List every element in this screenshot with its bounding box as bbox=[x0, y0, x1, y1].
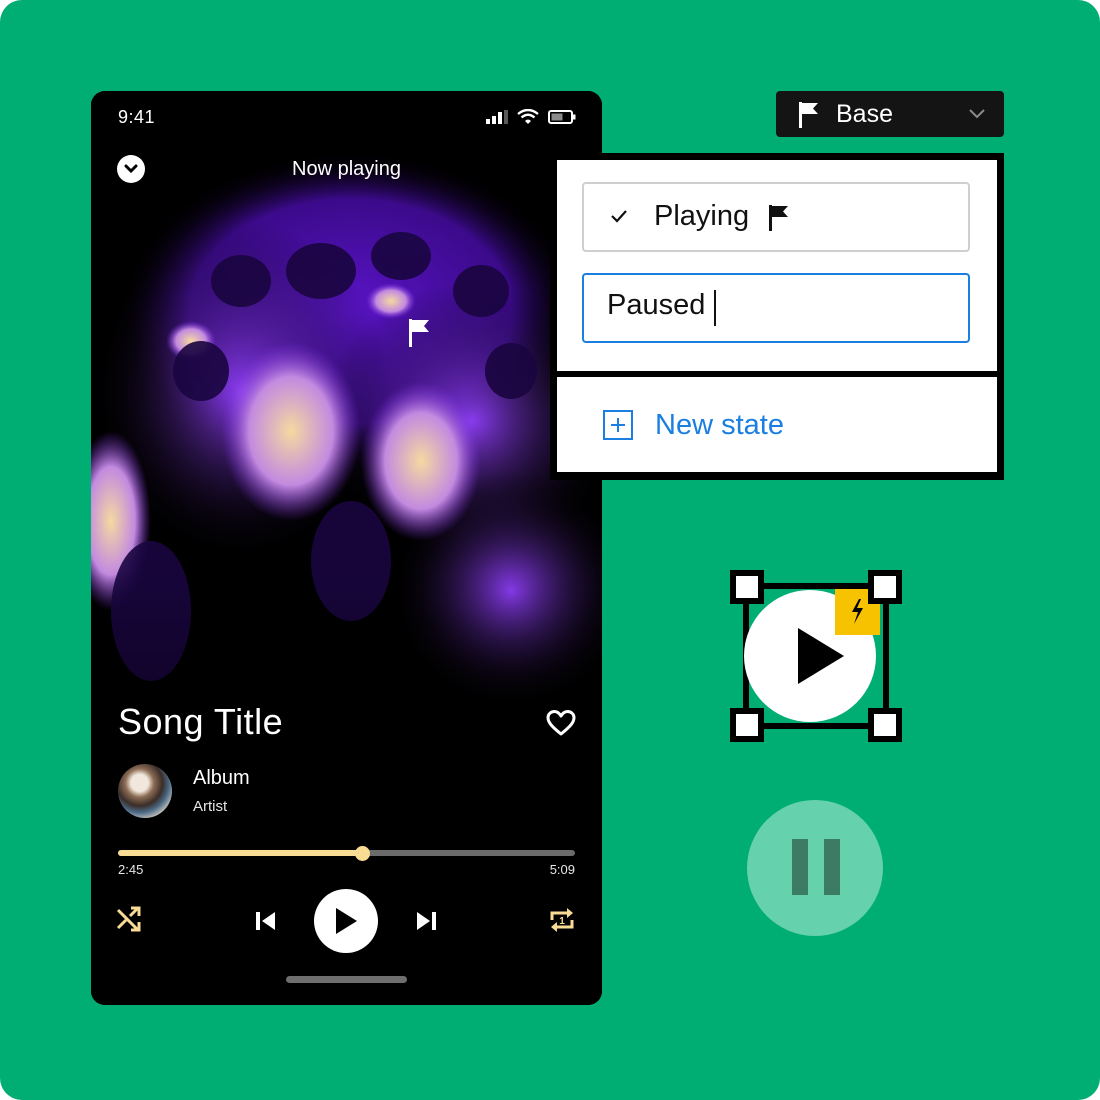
base-state-dropdown[interactable]: Base bbox=[776, 91, 1004, 137]
new-state-label: New state bbox=[655, 408, 784, 441]
total-time: 5:09 bbox=[549, 862, 575, 877]
heart-outline-icon bbox=[546, 710, 576, 736]
shuffle-icon bbox=[116, 906, 141, 932]
progress-knob[interactable] bbox=[355, 846, 371, 861]
plus-icon bbox=[603, 410, 633, 440]
status-bar: 9:41 bbox=[91, 91, 602, 143]
wifi-icon bbox=[517, 109, 539, 124]
skip-previous-icon bbox=[256, 912, 275, 930]
canvas: 9:41 Now playing Song Title Album Artist… bbox=[0, 0, 1100, 1100]
previous-button[interactable] bbox=[254, 909, 278, 933]
home-indicator bbox=[286, 976, 407, 983]
states-panel: Playing New state bbox=[550, 153, 1004, 480]
flag-icon bbox=[769, 205, 788, 231]
pause-button[interactable] bbox=[747, 800, 883, 936]
flag-icon bbox=[409, 319, 429, 347]
status-time: 9:41 bbox=[118, 107, 156, 127]
song-title: Song Title bbox=[118, 701, 284, 742]
skip-next-icon bbox=[417, 912, 436, 930]
phone-mockup: 9:41 Now playing Song Title Album Artist… bbox=[91, 91, 602, 1005]
play-icon bbox=[336, 908, 357, 934]
base-state-label: Base bbox=[836, 100, 893, 128]
state-name-input[interactable] bbox=[607, 289, 937, 322]
progress-fill bbox=[118, 850, 363, 856]
next-button[interactable] bbox=[414, 909, 438, 933]
album-name[interactable]: Album bbox=[193, 767, 250, 790]
battery-icon bbox=[548, 110, 576, 124]
album-artwork bbox=[91, 91, 602, 1005]
now-playing-title: Now playing bbox=[292, 158, 401, 180]
state-name-input-container[interactable] bbox=[582, 273, 970, 343]
state-item-playing[interactable]: Playing bbox=[582, 182, 970, 252]
states-list: Playing bbox=[557, 160, 997, 371]
new-state-button[interactable]: New state bbox=[603, 407, 784, 443]
play-button[interactable] bbox=[314, 889, 378, 953]
status-icons bbox=[486, 109, 576, 125]
check-icon bbox=[611, 210, 627, 223]
artist-name[interactable]: Artist bbox=[193, 798, 227, 815]
pause-bar-right bbox=[824, 839, 840, 895]
state-label: Playing bbox=[654, 200, 750, 232]
selected-play-component[interactable] bbox=[730, 570, 902, 742]
flag-icon bbox=[799, 102, 818, 128]
progress-slider[interactable] bbox=[118, 846, 575, 861]
current-time: 2:45 bbox=[118, 862, 144, 877]
favorite-button[interactable] bbox=[546, 709, 576, 739]
now-playing-header: Now playing bbox=[91, 153, 602, 187]
artist-avatar[interactable] bbox=[118, 764, 172, 818]
new-state-section: New state bbox=[557, 377, 997, 472]
shuffle-button[interactable] bbox=[116, 906, 142, 932]
chevron-down-icon bbox=[969, 109, 985, 119]
signal-icon bbox=[486, 110, 508, 124]
repeat-one-button[interactable]: 1 bbox=[548, 906, 576, 934]
text-caret bbox=[714, 290, 716, 326]
svg-text:1: 1 bbox=[559, 916, 565, 927]
repeat-one-icon: 1 bbox=[550, 908, 574, 932]
pause-bar-left bbox=[792, 839, 808, 895]
